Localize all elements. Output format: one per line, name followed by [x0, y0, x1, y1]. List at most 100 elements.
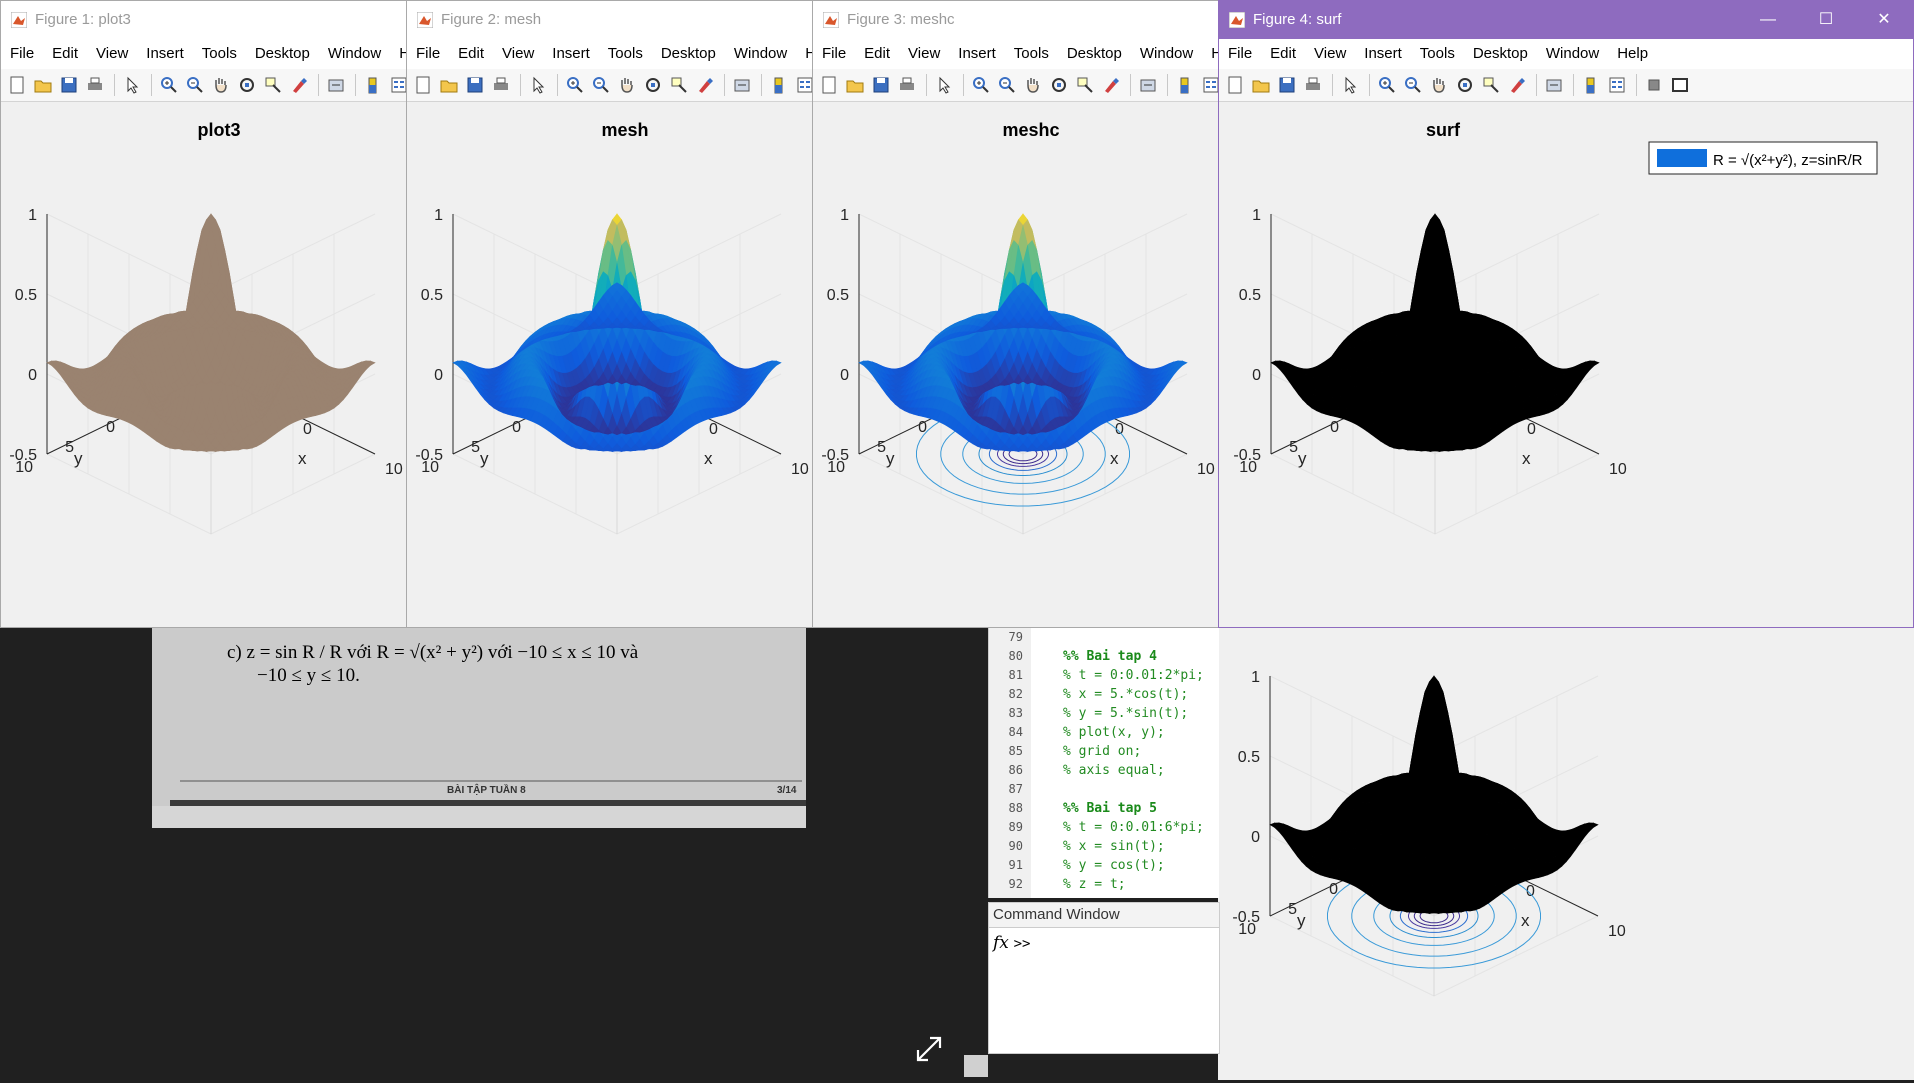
pan-icon[interactable] [617, 75, 637, 95]
rotate-icon[interactable] [237, 75, 257, 95]
menu-desktop[interactable]: Desktop [1058, 39, 1131, 69]
editor-line[interactable]: 81% t = 0:0.01:2*pi; [989, 666, 1219, 685]
close-icon[interactable]: ✕ [1855, 1, 1913, 39]
save-icon[interactable] [465, 75, 485, 95]
zoom-out-icon[interactable] [1403, 75, 1423, 95]
figure-window-3[interactable]: Figure 3: meshcFileEditViewInsertToolsDe… [812, 0, 1220, 628]
dock-icon[interactable] [1670, 75, 1690, 95]
menu-desktop[interactable]: Desktop [652, 39, 725, 69]
menu-tools[interactable]: Tools [1411, 39, 1464, 69]
save-icon[interactable] [1277, 75, 1297, 95]
command-prompt[interactable]: >> [1014, 936, 1031, 952]
menu-window[interactable]: Window [725, 39, 796, 69]
editor-line[interactable]: 92% z = t; [989, 875, 1219, 894]
brush-icon[interactable] [289, 75, 309, 95]
figure-window-2[interactable]: Figure 2: meshFileEditViewInsertToolsDes… [406, 0, 814, 628]
title-bar[interactable]: Figure 4: surf—☐✕ [1219, 1, 1913, 39]
zoom-in-icon[interactable] [1377, 75, 1397, 95]
menu-file[interactable]: File [1, 39, 43, 69]
menu-insert[interactable]: Insert [1355, 39, 1411, 69]
datacursor-icon[interactable] [669, 75, 689, 95]
colorbar-icon[interactable] [769, 75, 789, 95]
fx-icon[interactable]: fx [993, 933, 1009, 953]
pan-icon[interactable] [1429, 75, 1449, 95]
editor-line[interactable]: 85% grid on; [989, 742, 1219, 761]
arrow-icon[interactable] [528, 75, 548, 95]
code-editor[interactable]: 7980%% Bai tap 481% t = 0:0.01:2*pi;82% … [988, 628, 1219, 898]
minimize-icon[interactable]: — [1739, 1, 1797, 39]
arrow-icon[interactable] [934, 75, 954, 95]
link-icon[interactable] [1138, 75, 1158, 95]
plot-area[interactable]: 10.50-0.51050-5-10-10010yxmesh [407, 102, 813, 628]
rotate-icon[interactable] [643, 75, 663, 95]
new-icon[interactable] [413, 75, 433, 95]
plot-area[interactable]: 10.50-0.51050-5-10-10010yxsurfR = √(x²+y… [1219, 102, 1913, 628]
hide-icon[interactable] [1644, 75, 1664, 95]
editor-line[interactable]: 90% x = sin(t); [989, 837, 1219, 856]
menu-view[interactable]: View [87, 39, 137, 69]
legend-icon[interactable] [1607, 75, 1627, 95]
zoom-out-icon[interactable] [185, 75, 205, 95]
pan-icon[interactable] [211, 75, 231, 95]
datacursor-icon[interactable] [263, 75, 283, 95]
menu-edit[interactable]: Edit [855, 39, 899, 69]
open-icon[interactable] [1251, 75, 1271, 95]
menu-tools[interactable]: Tools [193, 39, 246, 69]
menu-view[interactable]: View [1305, 39, 1355, 69]
arrow-icon[interactable] [122, 75, 142, 95]
scrollbar-left[interactable] [964, 1055, 988, 1077]
datacursor-icon[interactable] [1481, 75, 1501, 95]
colorbar-icon[interactable] [1581, 75, 1601, 95]
editor-line[interactable]: 89% t = 0:0.01:6*pi; [989, 818, 1219, 837]
editor-line[interactable]: 88%% Bai tap 5 [989, 799, 1219, 818]
new-icon[interactable] [7, 75, 27, 95]
editor-line[interactable]: 82% x = 5.*cos(t); [989, 685, 1219, 704]
print-icon[interactable] [85, 75, 105, 95]
link-icon[interactable] [1544, 75, 1564, 95]
menu-window[interactable]: Window [319, 39, 390, 69]
editor-line[interactable]: 80%% Bai tap 4 [989, 647, 1219, 666]
title-bar[interactable]: Figure 2: mesh [407, 1, 813, 39]
legend-box[interactable]: R = √(x²+y²), z=sinR/R [1649, 142, 1877, 174]
plot-area[interactable]: 10.50-0.51050-5-10-10010yxplot3 [1, 102, 407, 628]
datacursor-icon[interactable] [1075, 75, 1095, 95]
colorbar-icon[interactable] [363, 75, 383, 95]
menu-window[interactable]: Window [1537, 39, 1608, 69]
colorbar-icon[interactable] [1175, 75, 1195, 95]
editor-line[interactable]: 91% y = cos(t); [989, 856, 1219, 875]
plot-area[interactable]: 10.50-0.51050-5-10-10010yxmeshc [813, 102, 1219, 628]
save-icon[interactable] [871, 75, 891, 95]
figure-window-4[interactable]: Figure 4: surf—☐✕FileEditViewInsertTools… [1218, 0, 1914, 628]
brush-icon[interactable] [1101, 75, 1121, 95]
brush-icon[interactable] [695, 75, 715, 95]
new-icon[interactable] [1225, 75, 1245, 95]
brush-icon[interactable] [1507, 75, 1527, 95]
menu-window[interactable]: Window [1131, 39, 1202, 69]
menu-tools[interactable]: Tools [599, 39, 652, 69]
editor-line[interactable]: 79 [989, 628, 1219, 647]
zoom-in-icon[interactable] [971, 75, 991, 95]
figure-window-1[interactable]: Figure 1: plot3FileEditViewInsertToolsDe… [0, 0, 408, 628]
open-icon[interactable] [33, 75, 53, 95]
menu-desktop[interactable]: Desktop [1464, 39, 1537, 69]
menu-view[interactable]: View [899, 39, 949, 69]
menu-file[interactable]: File [407, 39, 449, 69]
menu-help[interactable]: Help [1608, 39, 1657, 69]
menu-file[interactable]: File [1219, 39, 1261, 69]
open-icon[interactable] [845, 75, 865, 95]
title-bar[interactable]: Figure 1: plot3 [1, 1, 407, 39]
arrow-icon[interactable] [1340, 75, 1360, 95]
menu-insert[interactable]: Insert [137, 39, 193, 69]
title-bar[interactable]: Figure 3: meshc [813, 1, 1219, 39]
maximize-icon[interactable]: ☐ [1797, 1, 1855, 39]
editor-line[interactable]: 83% y = 5.*sin(t); [989, 704, 1219, 723]
pan-icon[interactable] [1023, 75, 1043, 95]
menu-insert[interactable]: Insert [543, 39, 599, 69]
editor-line[interactable]: 84% plot(x, y); [989, 723, 1219, 742]
zoom-out-icon[interactable] [997, 75, 1017, 95]
menu-insert[interactable]: Insert [949, 39, 1005, 69]
print-icon[interactable] [1303, 75, 1323, 95]
zoom-out-icon[interactable] [591, 75, 611, 95]
rotate-icon[interactable] [1049, 75, 1069, 95]
command-window[interactable]: Command Window fx >> [988, 902, 1220, 1054]
